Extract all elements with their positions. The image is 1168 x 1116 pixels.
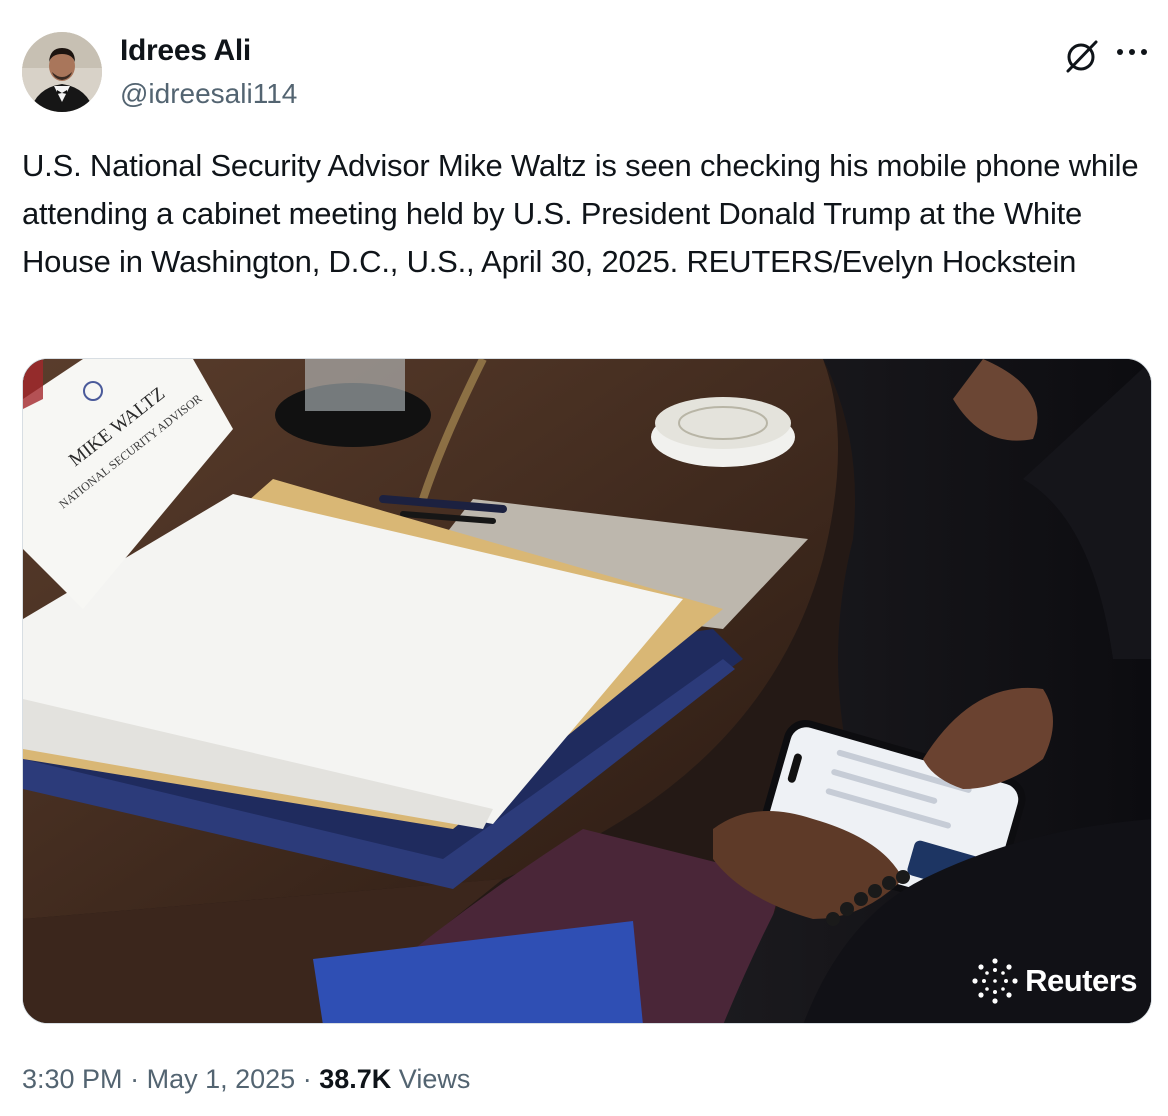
views-label: Views bbox=[398, 1064, 471, 1094]
photo-illustration: MIKE WALTZ NATIONAL SECURITY ADVISOR bbox=[23, 359, 1151, 1023]
tweet-time[interactable]: 3:30 PM bbox=[22, 1064, 123, 1094]
tweet-date[interactable]: May 1, 2025 bbox=[147, 1064, 296, 1094]
more-icon[interactable] bbox=[1114, 40, 1150, 64]
reuters-watermark: Reuters bbox=[971, 957, 1137, 1005]
meta-separator: · bbox=[130, 1064, 140, 1094]
reuters-logo-icon bbox=[972, 958, 1018, 1004]
avatar[interactable] bbox=[22, 32, 102, 112]
tweet-meta: 3:30 PM · May 1, 2025 · 38.7K Views bbox=[22, 1064, 470, 1095]
author-handle[interactable]: @idreesali114 bbox=[120, 78, 297, 110]
tweet-text: U.S. National Security Advisor Mike Walt… bbox=[22, 148, 1139, 279]
meta-separator: · bbox=[302, 1064, 312, 1094]
reuters-watermark-label: Reuters bbox=[1025, 963, 1137, 998]
views-count: 38.7K bbox=[319, 1064, 392, 1094]
author-name[interactable]: Idrees Ali bbox=[120, 34, 251, 68]
grok-icon[interactable] bbox=[1062, 36, 1102, 76]
tweet-photo[interactable]: MIKE WALTZ NATIONAL SECURITY ADVISOR Reu… bbox=[22, 358, 1152, 1024]
avatar-photo bbox=[22, 32, 102, 112]
